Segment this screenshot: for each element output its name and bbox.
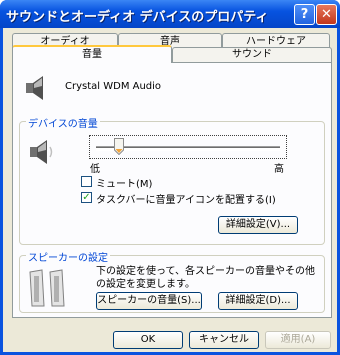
slider-low-label: 低: [90, 164, 100, 175]
taskbar-icon-label: タスクバーに音量アイコンを配置する(I): [96, 195, 276, 206]
speaker-description: 下の設定を使って、各スピーカーの音量やその他の設定を変更します。: [96, 266, 315, 290]
mute-label: ミュート(M): [96, 179, 153, 190]
ok-button[interactable]: OK: [113, 331, 183, 349]
apply-button[interactable]: 適用(A): [265, 331, 331, 349]
device-volume-slider[interactable]: [89, 135, 287, 159]
tab-sounds[interactable]: サウンド: [172, 47, 332, 62]
title-bar[interactable]: サウンドとオーディオ デバイスのプロパティ ? ✕: [0, 0, 340, 28]
speaker-volume-button[interactable]: スピーカーの音量(S)...: [96, 292, 202, 310]
dialog-client-area: オーディオ 音声 ハードウェア 音量 サウンド Crystal WDM Audi…: [3, 28, 337, 352]
speakers-icon: [29, 269, 65, 307]
taskbar-icon-checkbox[interactable]: ✓: [81, 192, 92, 203]
window-title: サウンドとオーディオ デバイスのプロパティ: [6, 10, 269, 25]
close-button[interactable]: ✕: [316, 4, 337, 25]
properties-window: サウンドとオーディオ デバイスのプロパティ ? ✕ オーディオ 音声 ハードウェ…: [0, 0, 340, 355]
speaker-settings-group-label: スピーカーの設定: [26, 249, 110, 264]
device-name: Crystal WDM Audio: [65, 81, 162, 92]
device-advanced-button[interactable]: 詳細設定(V)...: [218, 216, 298, 234]
slider-high-label: 高: [274, 164, 284, 175]
cancel-button[interactable]: キャンセル: [189, 331, 259, 349]
slider-thumb[interactable]: [113, 138, 124, 156]
speaker-icon: [26, 76, 43, 100]
mute-checkbox[interactable]: [81, 176, 92, 187]
speaker-advanced-button[interactable]: 詳細設定(D)...: [218, 292, 298, 310]
device-volume-group-label: デバイスの音量: [26, 115, 100, 130]
slider-track: [96, 146, 280, 151]
volume-speaker-icon: [30, 140, 53, 164]
speaker-settings-group: スピーカーの設定 下の設定を使って、各スピーカーの音量やその他の設定を変更します…: [19, 249, 325, 313]
volume-tab-panel: Crystal WDM Audio デバイスの音量 低 高 ミュート(M) ✓ …: [12, 62, 332, 318]
tab-volume[interactable]: 音量: [12, 45, 172, 63]
help-button[interactable]: ?: [294, 4, 315, 25]
device-volume-group: デバイスの音量 低 高 ミュート(M) ✓ タスクバーに音量アイコンを配置する(…: [19, 115, 325, 245]
